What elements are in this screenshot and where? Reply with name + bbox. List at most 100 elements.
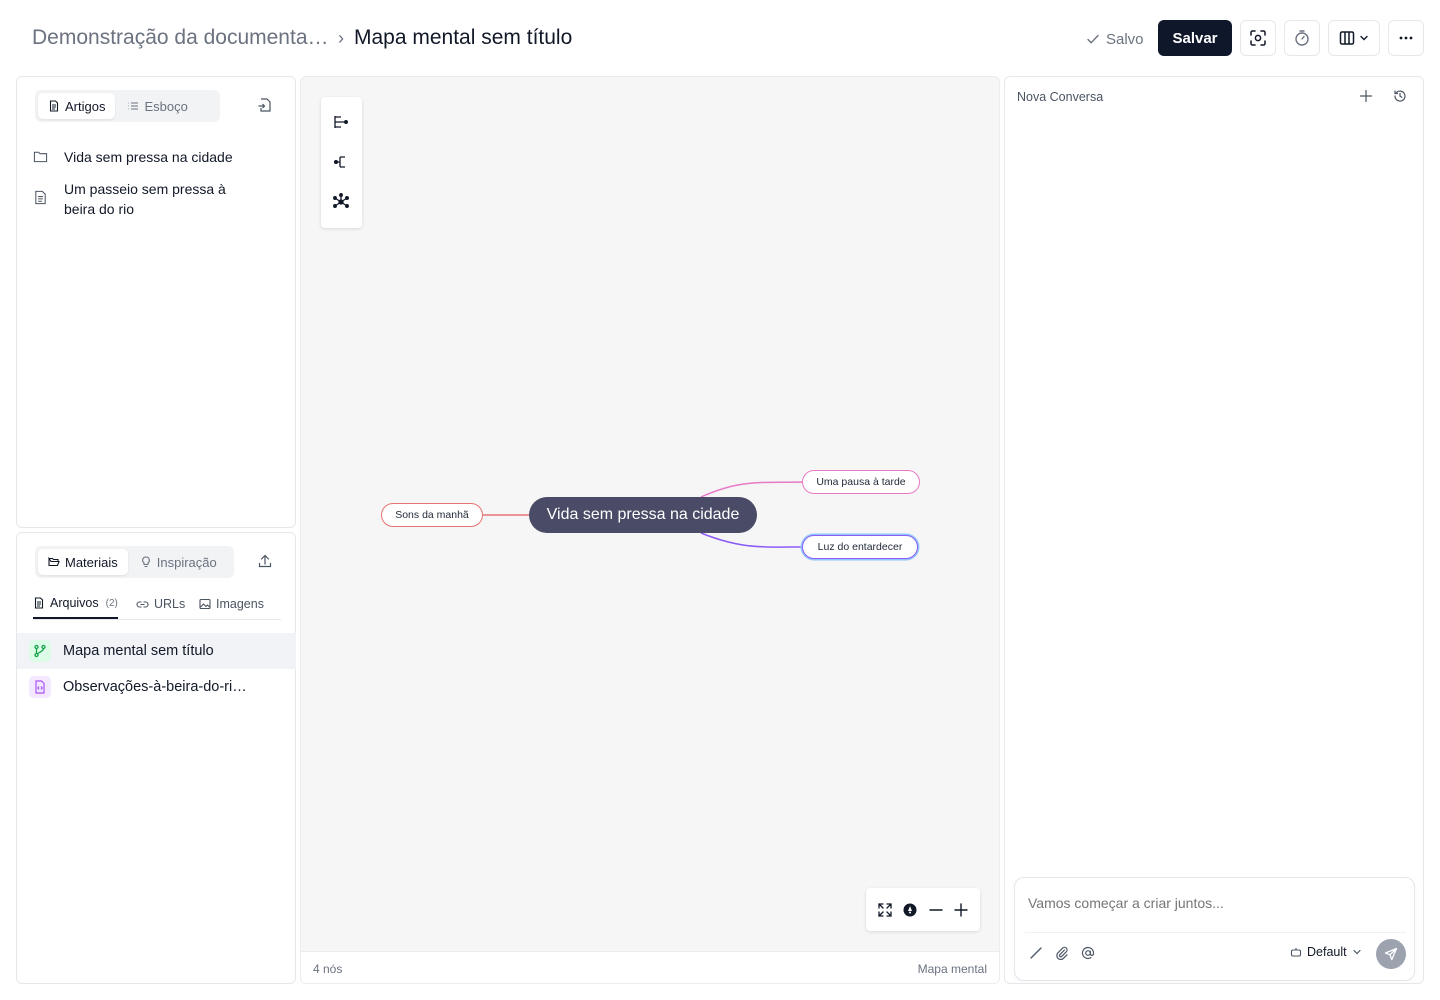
- check-icon: [1087, 34, 1099, 44]
- chat-input[interactable]: [1028, 892, 1398, 914]
- connector-afternoon: [700, 481, 804, 498]
- file-item-notes[interactable]: Observações-à-beira-do-ri…: [17, 669, 296, 705]
- compass-icon: [903, 903, 917, 916]
- subtab-images-label: Imagens: [216, 597, 264, 611]
- save-status: Salvo: [1086, 28, 1144, 50]
- subtab-urls[interactable]: URLs: [136, 589, 185, 619]
- pen-icon: [1030, 947, 1042, 959]
- model-selector-label: Default: [1307, 945, 1347, 959]
- columns-icon: [1339, 31, 1355, 45]
- mindmap-node-morning[interactable]: Sons da manhã: [381, 503, 483, 527]
- more-options-button[interactable]: [1388, 20, 1424, 56]
- article-item-file[interactable]: Um passeio sem pressa à beira do rio: [33, 179, 253, 219]
- link-icon: [136, 600, 149, 608]
- send-button[interactable]: [1376, 939, 1406, 969]
- file-text-icon: [49, 100, 59, 112]
- tab-materials[interactable]: Materiais: [38, 549, 128, 575]
- upload-icon: [258, 554, 272, 568]
- canvas-mode-label: Mapa mental: [917, 962, 987, 976]
- new-chat-button[interactable]: [1359, 89, 1373, 103]
- timer-button[interactable]: [1284, 20, 1320, 56]
- page-title[interactable]: Mapa mental sem título: [354, 26, 572, 50]
- ellipsis-icon: [1399, 36, 1413, 40]
- mindmap-root-node[interactable]: Vida sem pressa na cidade: [529, 497, 757, 533]
- at-sign-icon: [1081, 946, 1095, 960]
- layout-toggle-button[interactable]: [1328, 20, 1380, 56]
- focus-mode-button[interactable]: [1240, 20, 1276, 56]
- code-file-icon: [29, 676, 51, 698]
- file-import-icon: [258, 98, 271, 112]
- pen-tool-button[interactable]: [1029, 946, 1043, 960]
- save-status-label: Salvo: [1106, 30, 1144, 48]
- subtab-files-label: Arquivos: [50, 596, 99, 610]
- model-selector[interactable]: Default: [1290, 945, 1362, 959]
- chat-title: Nova Conversa: [1017, 90, 1104, 104]
- canvas-footer: 4 nós Mapa mental: [301, 951, 999, 983]
- plus-icon: [954, 902, 968, 917]
- materials-tabs: Materiais Inspiração: [35, 546, 234, 578]
- mindmap-node-sunset[interactable]: Luz do entardecer: [802, 535, 918, 559]
- folder-open-icon: [48, 556, 60, 567]
- tab-outline[interactable]: Esboço: [117, 93, 197, 119]
- file-text-icon: [34, 597, 44, 609]
- breadcrumb-parent[interactable]: Demonstração da documenta…: [32, 26, 332, 50]
- subtab-images[interactable]: Imagens: [199, 589, 264, 619]
- tab-inspiration[interactable]: Inspiração: [130, 549, 227, 575]
- tab-inspiration-label: Inspiração: [156, 554, 217, 570]
- scan-focus-icon: [1250, 30, 1266, 46]
- paperclip-icon: [1056, 946, 1068, 960]
- connector-sunset: [700, 532, 804, 548]
- mention-button[interactable]: [1081, 946, 1095, 960]
- folder-icon: [33, 151, 48, 163]
- zoom-out-button[interactable]: [928, 902, 944, 918]
- chat-composer: Default: [1014, 877, 1415, 981]
- subtab-divider: [33, 619, 281, 620]
- timer-icon: [1295, 30, 1309, 46]
- list-icon: [128, 102, 139, 110]
- minus-icon: [929, 908, 943, 911]
- breadcrumb-separator: ›: [338, 28, 344, 48]
- save-button[interactable]: Salvar: [1158, 20, 1232, 56]
- articles-tabs: Artigos Esboço: [35, 90, 220, 122]
- chat-panel: Nova Conversa Default: [1004, 76, 1424, 984]
- fit-view-button[interactable]: [877, 902, 893, 918]
- zoom-toolbar: [866, 888, 980, 931]
- tab-outline-label: Esboço: [144, 98, 188, 114]
- lightbulb-icon: [141, 556, 150, 568]
- composer-divider: [1025, 932, 1406, 933]
- send-icon: [1384, 947, 1398, 961]
- mindmap-node-afternoon[interactable]: Uma pausa à tarde: [802, 470, 920, 494]
- chevron-down-icon: [1353, 949, 1361, 955]
- article-item-label: Um passeio sem pressa à beira do rio: [64, 181, 226, 217]
- upload-button[interactable]: [257, 553, 273, 569]
- articles-panel: Artigos Esboço Vida sem pressa na cidade…: [16, 76, 296, 528]
- node-count: 4 nós: [313, 962, 343, 976]
- tab-articles[interactable]: Artigos: [38, 93, 116, 119]
- mindmap-canvas[interactable]: Vida sem pressa na cidade Sons da manhã …: [300, 76, 1000, 984]
- reset-view-button[interactable]: [902, 902, 918, 918]
- subtab-urls-label: URLs: [154, 597, 186, 611]
- bot-icon: [1290, 948, 1302, 957]
- image-icon: [199, 598, 211, 610]
- git-branch-icon: [29, 640, 51, 662]
- plus-icon: [1359, 89, 1373, 103]
- file-item-label: Mapa mental sem título: [63, 643, 214, 659]
- tab-materials-label: Materiais: [65, 554, 118, 570]
- materials-panel: Materiais Inspiração Arquivos (2) URLs I…: [16, 532, 296, 984]
- file-item-mindmap[interactable]: Mapa mental sem título: [17, 633, 296, 669]
- chat-history-button[interactable]: [1393, 89, 1407, 103]
- expand-icon: [878, 902, 892, 917]
- file-text-icon: [35, 190, 46, 205]
- top-bar: Demonstração da documenta… › Mapa mental…: [0, 0, 1440, 76]
- tab-articles-label: Artigos: [65, 98, 106, 114]
- import-article-button[interactable]: [257, 97, 273, 113]
- article-item-folder[interactable]: Vida sem pressa na cidade: [33, 147, 233, 167]
- file-item-label: Observações-à-beira-do-ri…: [63, 679, 247, 695]
- chevron-down-icon: [1360, 35, 1368, 41]
- article-item-label: Vida sem pressa na cidade: [64, 149, 233, 165]
- attach-button[interactable]: [1055, 946, 1069, 960]
- file-count-badge: (2): [105, 597, 118, 609]
- subtab-files[interactable]: Arquivos (2): [33, 589, 118, 619]
- history-icon: [1394, 90, 1406, 102]
- zoom-in-button[interactable]: [953, 902, 969, 918]
